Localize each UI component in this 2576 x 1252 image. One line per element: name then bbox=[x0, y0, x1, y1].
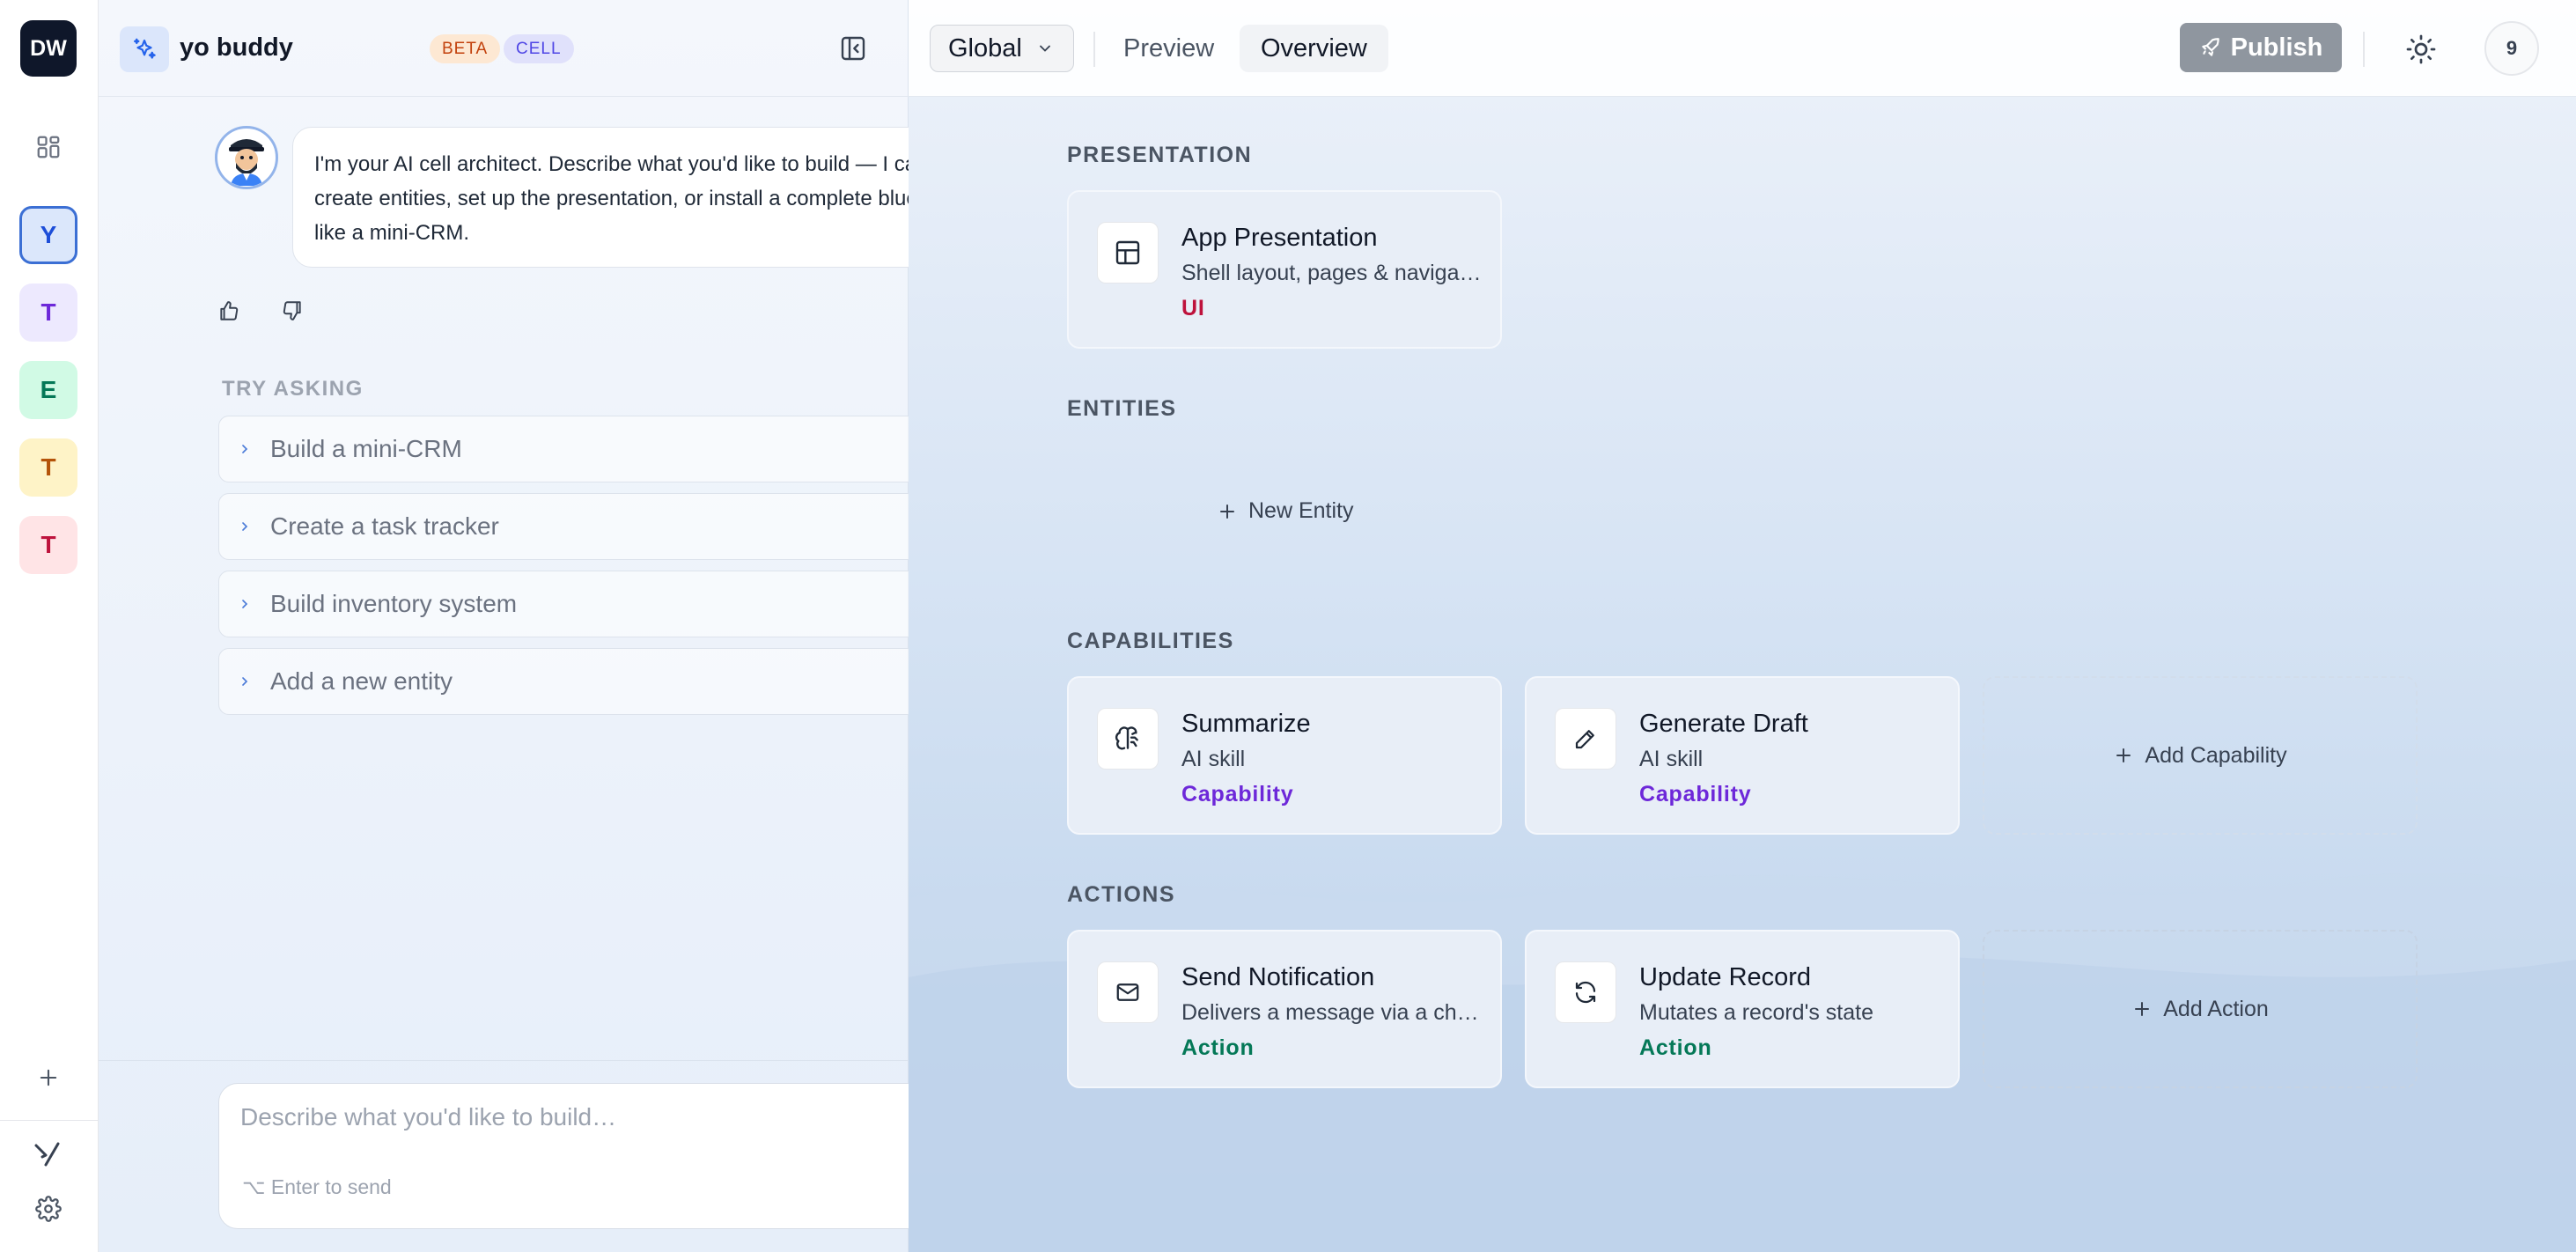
topbar-divider bbox=[1093, 32, 1095, 67]
card-title: Summarize bbox=[1181, 710, 1311, 738]
pencil-icon bbox=[1555, 708, 1616, 770]
chat-header: yo buddy BETA CELL bbox=[99, 0, 909, 97]
composer: ⌥ Enter to send bbox=[218, 1083, 984, 1229]
workspace-item-3[interactable]: E bbox=[19, 361, 77, 419]
workspace-rail: DW Y T E T T bbox=[0, 0, 99, 1252]
section-title-presentation: PRESENTATION bbox=[1067, 143, 1253, 167]
rocket-icon bbox=[2199, 36, 2222, 59]
new-entity-label: New Entity bbox=[1248, 498, 1354, 523]
workspace-letter: T bbox=[40, 298, 56, 326]
tab-preview[interactable]: Preview bbox=[1102, 25, 1235, 72]
publish-button[interactable]: Publish bbox=[2180, 23, 2342, 72]
action-card[interactable]: Send Notification Delivers a message via… bbox=[1067, 930, 1502, 1088]
capability-card[interactable]: Summarize AI skill Capability bbox=[1067, 676, 1502, 835]
chevron-down-icon bbox=[1036, 40, 1054, 57]
section-title-actions: ACTIONS bbox=[1067, 882, 1175, 907]
card-type-badge: Capability bbox=[1181, 782, 1294, 806]
scope-value: Global bbox=[948, 33, 1022, 63]
assistant-message: I'm your AI cell architect. Describe wha… bbox=[292, 127, 984, 268]
plus-icon[interactable] bbox=[30, 1059, 67, 1096]
composer-divider bbox=[99, 1060, 909, 1061]
suggestion-label: Create a task tracker bbox=[270, 512, 499, 540]
thumbs-down-icon[interactable] bbox=[275, 293, 310, 328]
add-action-button[interactable]: Add Action bbox=[1983, 930, 2418, 1088]
prompt-input[interactable] bbox=[240, 1103, 945, 1131]
workspace-item-5[interactable]: T bbox=[19, 516, 77, 574]
workspace-letter: E bbox=[40, 376, 57, 403]
card-title: App Presentation bbox=[1181, 224, 1378, 252]
suggestion-item[interactable]: Build a mini-CRM bbox=[218, 416, 984, 482]
chat-title: yo buddy bbox=[180, 33, 293, 62]
collapse-panel-icon[interactable] bbox=[836, 32, 870, 65]
rail-divider bbox=[0, 1120, 99, 1121]
plus-icon bbox=[1217, 501, 1238, 522]
chevron-right-icon bbox=[219, 674, 270, 689]
suggestion-label: Build a mini-CRM bbox=[270, 435, 462, 462]
sparkle-icon bbox=[120, 26, 169, 72]
refresh-icon bbox=[1555, 961, 1616, 1023]
scope-select[interactable]: Global bbox=[930, 25, 1074, 72]
card-subtitle: Mutates a record's state bbox=[1639, 1000, 1874, 1025]
brand-logo-icon[interactable] bbox=[30, 1136, 67, 1173]
send-hint: ⌥ Enter to send bbox=[242, 1175, 392, 1198]
workspace-item-4[interactable]: T bbox=[19, 438, 77, 497]
workspace-logo[interactable]: DW bbox=[20, 20, 77, 77]
card-subtitle: AI skill bbox=[1639, 747, 1704, 771]
top-bar: Global Preview Overview Publish 9 bbox=[909, 0, 2576, 97]
workspace-item-2[interactable]: T bbox=[19, 284, 77, 342]
card-subtitle: Delivers a message via a channel bbox=[1181, 1000, 1486, 1025]
plus-icon bbox=[2131, 998, 2153, 1020]
card-subtitle: AI skill bbox=[1181, 747, 1246, 771]
suggestion-label: Build inventory system bbox=[270, 590, 518, 617]
workspace-letter: T bbox=[40, 453, 56, 481]
cell-badge: CELL bbox=[504, 34, 574, 63]
card-subtitle: Shell layout, pages & navigation bbox=[1181, 261, 1486, 285]
card-title: Send Notification bbox=[1181, 963, 1375, 991]
suggestion-item[interactable]: Create a task tracker bbox=[218, 493, 984, 560]
add-action-label: Add Action bbox=[2163, 996, 2269, 1021]
tab-overview[interactable]: Overview bbox=[1240, 25, 1388, 72]
mail-icon bbox=[1097, 961, 1159, 1023]
section-title-capabilities: CAPABILITIES bbox=[1067, 629, 1234, 653]
brain-icon bbox=[1097, 708, 1159, 770]
try-asking-label: TRY ASKING bbox=[222, 377, 364, 401]
card-type-badge: UI bbox=[1181, 296, 1205, 320]
overview-canvas: Global Preview Overview Publish 9 PRESEN… bbox=[909, 0, 2576, 1252]
notification-count-badge[interactable]: 9 bbox=[2484, 21, 2539, 76]
gear-icon[interactable] bbox=[30, 1190, 67, 1227]
publish-label: Publish bbox=[2230, 33, 2323, 62]
topbar-divider bbox=[2363, 32, 2365, 67]
workspace-item-1[interactable]: Y bbox=[19, 206, 77, 264]
chevron-right-icon bbox=[219, 519, 270, 534]
add-capability-button[interactable]: Add Capability bbox=[1983, 676, 2418, 835]
suggestion-label: Add a new entity bbox=[270, 667, 453, 695]
new-entity-button[interactable]: New Entity bbox=[1217, 498, 1353, 524]
plus-icon bbox=[2113, 745, 2134, 766]
add-capability-label: Add Capability bbox=[2145, 742, 2287, 768]
chevron-right-icon bbox=[219, 442, 270, 456]
thumbs-up-icon[interactable] bbox=[211, 293, 247, 328]
suggestion-item[interactable]: Build inventory system bbox=[218, 571, 984, 637]
card-title: Update Record bbox=[1639, 963, 1812, 991]
chevron-right-icon bbox=[219, 597, 270, 611]
capability-card[interactable]: Generate Draft AI skill Capability bbox=[1525, 676, 1960, 835]
beta-badge: BETA bbox=[430, 34, 501, 63]
chat-panel: yo buddy BETA CELL I'm your AI cell arch… bbox=[99, 0, 984, 1252]
sun-icon[interactable] bbox=[2402, 30, 2440, 69]
card-type-badge: Action bbox=[1181, 1035, 1255, 1060]
workspace-letter: T bbox=[40, 531, 56, 558]
grid-icon[interactable] bbox=[30, 129, 67, 166]
layout-icon bbox=[1097, 222, 1159, 284]
suggestion-item[interactable]: Add a new entity bbox=[218, 648, 984, 715]
card-type-badge: Action bbox=[1639, 1035, 1712, 1060]
card-title: Generate Draft bbox=[1639, 710, 1808, 738]
card-type-badge: Capability bbox=[1639, 782, 1752, 806]
presentation-card[interactable]: App Presentation Shell layout, pages & n… bbox=[1067, 190, 1502, 349]
workspace-letter: Y bbox=[40, 221, 57, 248]
assistant-avatar bbox=[215, 126, 278, 189]
action-card[interactable]: Update Record Mutates a record's state A… bbox=[1525, 930, 1960, 1088]
section-title-entities: ENTITIES bbox=[1067, 396, 1177, 421]
